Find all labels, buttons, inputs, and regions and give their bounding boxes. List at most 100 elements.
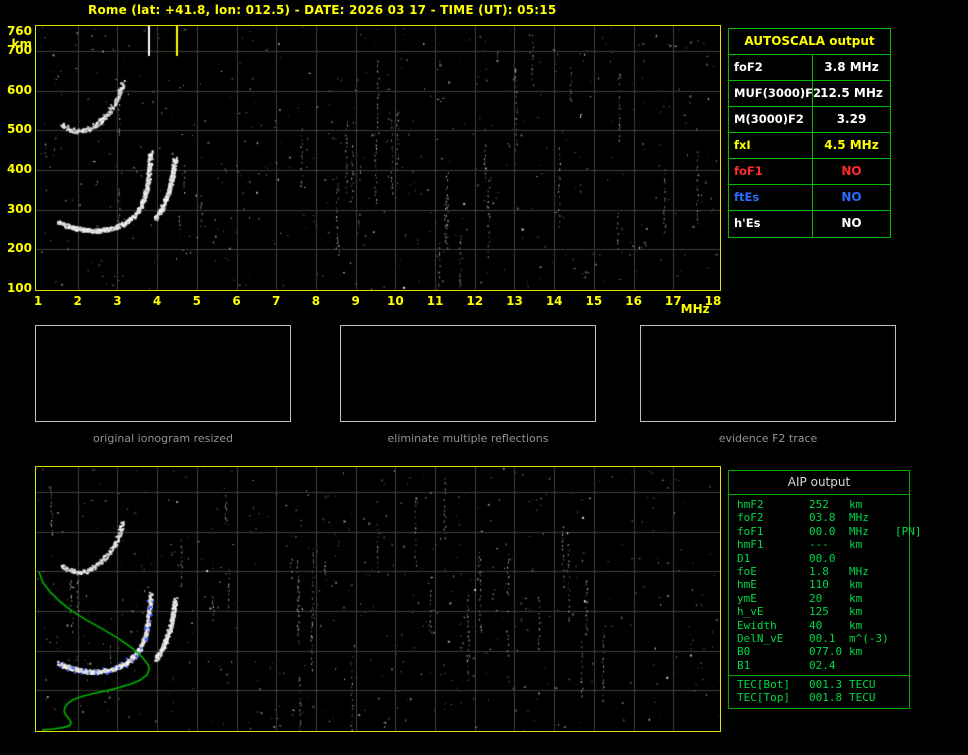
aip-row-unit: km: [849, 538, 863, 552]
aip-row-unit: MHz: [849, 564, 869, 578]
thumbnail-multiple-reflections: [340, 325, 596, 422]
y-tick-label: 400: [6, 161, 32, 176]
aip-row-label: B1: [737, 658, 751, 672]
x-tick-label: 1: [33, 294, 43, 308]
aip-table-row: D1 00.0: [729, 552, 909, 565]
page-title: Rome (lat: +41.8, lon: 012.5) - DATE: 20…: [88, 3, 557, 17]
autoscala-table-row: h'Es NO: [729, 211, 890, 237]
aip-table-row: hmF2 252 km: [729, 498, 909, 511]
aip-row-note: [895, 691, 909, 704]
y-tick-label: 600: [6, 82, 32, 97]
autoscala-screen: Rome (lat: +41.8, lon: 012.5) - DATE: 20…: [0, 0, 968, 755]
aip-row-unit: km: [849, 498, 863, 511]
autoscala-row-value: 4.5 MHz: [824, 138, 879, 152]
autoscala-row-value: NO: [841, 190, 862, 204]
aip-row-value: ---: [809, 538, 829, 552]
aip-row-note: [895, 678, 909, 691]
y-tick-label: 200: [6, 241, 32, 256]
thumbnail-original-ionogram: [35, 325, 291, 422]
aip-table-row: foF2 03.8 MHz: [729, 511, 909, 524]
aip-row-note: [895, 605, 909, 618]
aip-row-value: 20: [809, 591, 823, 605]
aip-row-note: [895, 538, 909, 551]
thumbnail-caption-f2trace: evidence F2 trace: [718, 432, 818, 445]
aip-row-unit: MHz: [849, 511, 869, 525]
aip-table-row: Ewidth 40 km: [729, 619, 909, 632]
aip-row-value: 02.4: [809, 658, 836, 672]
x-tick-label: 11: [426, 294, 444, 308]
autoscala-row-label: M(3000)F2: [729, 107, 813, 132]
aip-row-label: foE: [737, 564, 757, 578]
aip-table-body: hmF2 252 km foF2 03.8 MHz foF1 00.0 MHz [PN] hmF1 -…: [729, 495, 922, 672]
ionogram-plot-scaled: foF2 fxI: [35, 25, 721, 291]
autoscala-table-row: fxI 4.5 MHz: [729, 133, 890, 159]
ionogram-plot-profile: [35, 466, 721, 732]
autoscala-row-label: ftEs: [729, 185, 813, 210]
aip-row-value: 001.3: [809, 678, 843, 692]
aip-row-label: foF2: [737, 511, 764, 525]
aip-row-value: 40: [809, 618, 823, 632]
autoscala-row-label: h'Es: [729, 211, 813, 237]
aip-tec-rows: TEC[Bot] 001.3 TECU TEC[Top] 001.8 TECU: [729, 678, 909, 705]
aip-row-label: foF1: [737, 524, 764, 538]
aip-row-value: 1.8: [809, 564, 829, 578]
x-tick-label: 6: [232, 294, 241, 308]
autoscala-output-table: AUTOSCALA output foF2 3.8 MHz MUF(3000)F2 1…: [728, 28, 891, 238]
autoscala-table-title: AUTOSCALA output: [729, 29, 890, 55]
autoscala-row-label: MUF(3000)F2: [729, 81, 821, 106]
aip-row-unit: m^(-3): [849, 631, 889, 645]
aip-row-unit: TECU: [849, 691, 876, 705]
aip-row-unit: km: [849, 591, 863, 605]
autoscala-row-value: 3.8 MHz: [824, 60, 879, 74]
x-tick-label: 4: [152, 294, 162, 308]
aip-row-value: 077.0: [809, 645, 843, 659]
y-tick-label: 100: [6, 281, 32, 295]
thumbnail-f2-trace: [640, 325, 896, 422]
aip-table-row: foE 1.8 MHz: [729, 565, 909, 578]
autoscala-table-body: foF2 3.8 MHz MUF(3000)F2 12.5 MHz M(3000)F2 3…: [729, 55, 890, 237]
aip-row-value: 00.0: [809, 551, 836, 565]
x-tick-label: 15: [585, 294, 603, 308]
aip-row-value: 03.8: [809, 511, 836, 525]
x-tick-label: 2: [73, 294, 82, 308]
aip-table-separator: [729, 675, 909, 677]
thumbnail-canvas-original: [36, 326, 290, 421]
fxI-marker-label: fxI: [36, 38, 52, 51]
aip-table-row: hmE 110 km: [729, 578, 909, 591]
aip-row-label: hmF1: [737, 538, 764, 552]
x-tick-label: 5: [192, 294, 201, 308]
aip-table-row: B0 077.0 km: [729, 645, 909, 658]
x-tick-label: 13: [506, 294, 523, 308]
x-tick-label: 14: [545, 294, 563, 308]
aip-table-row: DelN_vE 00.1 m^(-3): [729, 632, 909, 645]
x-tick-label: 8: [311, 294, 321, 308]
x-tick-label: 12: [466, 294, 484, 308]
autoscala-row-value: NO: [841, 164, 862, 178]
autoscala-table-row: M(3000)F2 3.29: [729, 107, 890, 133]
aip-row-note: [PN]: [895, 524, 922, 538]
aip-row-value: 110: [809, 578, 829, 592]
x-tick-label: 17: [664, 294, 682, 308]
aip-row-label: h_vE: [737, 605, 764, 619]
autoscala-row-value: 3.29: [836, 112, 867, 126]
thumbnail-caption-reflections: eliminate multiple reflections: [387, 432, 549, 445]
autoscala-table-row: foF2 3.8 MHz: [729, 55, 890, 81]
aip-row-value: 00.0: [809, 524, 836, 538]
aip-row-note: [895, 592, 909, 605]
aip-row-unit: km: [849, 618, 863, 632]
aip-row-note: [895, 511, 909, 524]
aip-row-label: hmE: [737, 578, 757, 592]
x-tick-label: 9: [351, 294, 360, 308]
aip-row-value: 00.1: [809, 631, 836, 645]
aip-row-label: hmF2: [737, 498, 764, 511]
y-tick-label: 300: [6, 201, 32, 216]
thumbnail-canvas-reflections: [341, 326, 595, 421]
aip-row-unit: km: [849, 645, 863, 659]
autoscala-row-value: NO: [841, 216, 862, 230]
aip-row-note: [895, 578, 909, 591]
aip-row-unit: [849, 659, 895, 672]
autoscala-table-row: foF1 NO: [729, 159, 890, 185]
aip-row-label: D1: [737, 551, 751, 565]
aip-row-label: B0: [737, 645, 751, 659]
aip-tec-row: TEC[Top] 001.8 TECU: [729, 691, 909, 704]
